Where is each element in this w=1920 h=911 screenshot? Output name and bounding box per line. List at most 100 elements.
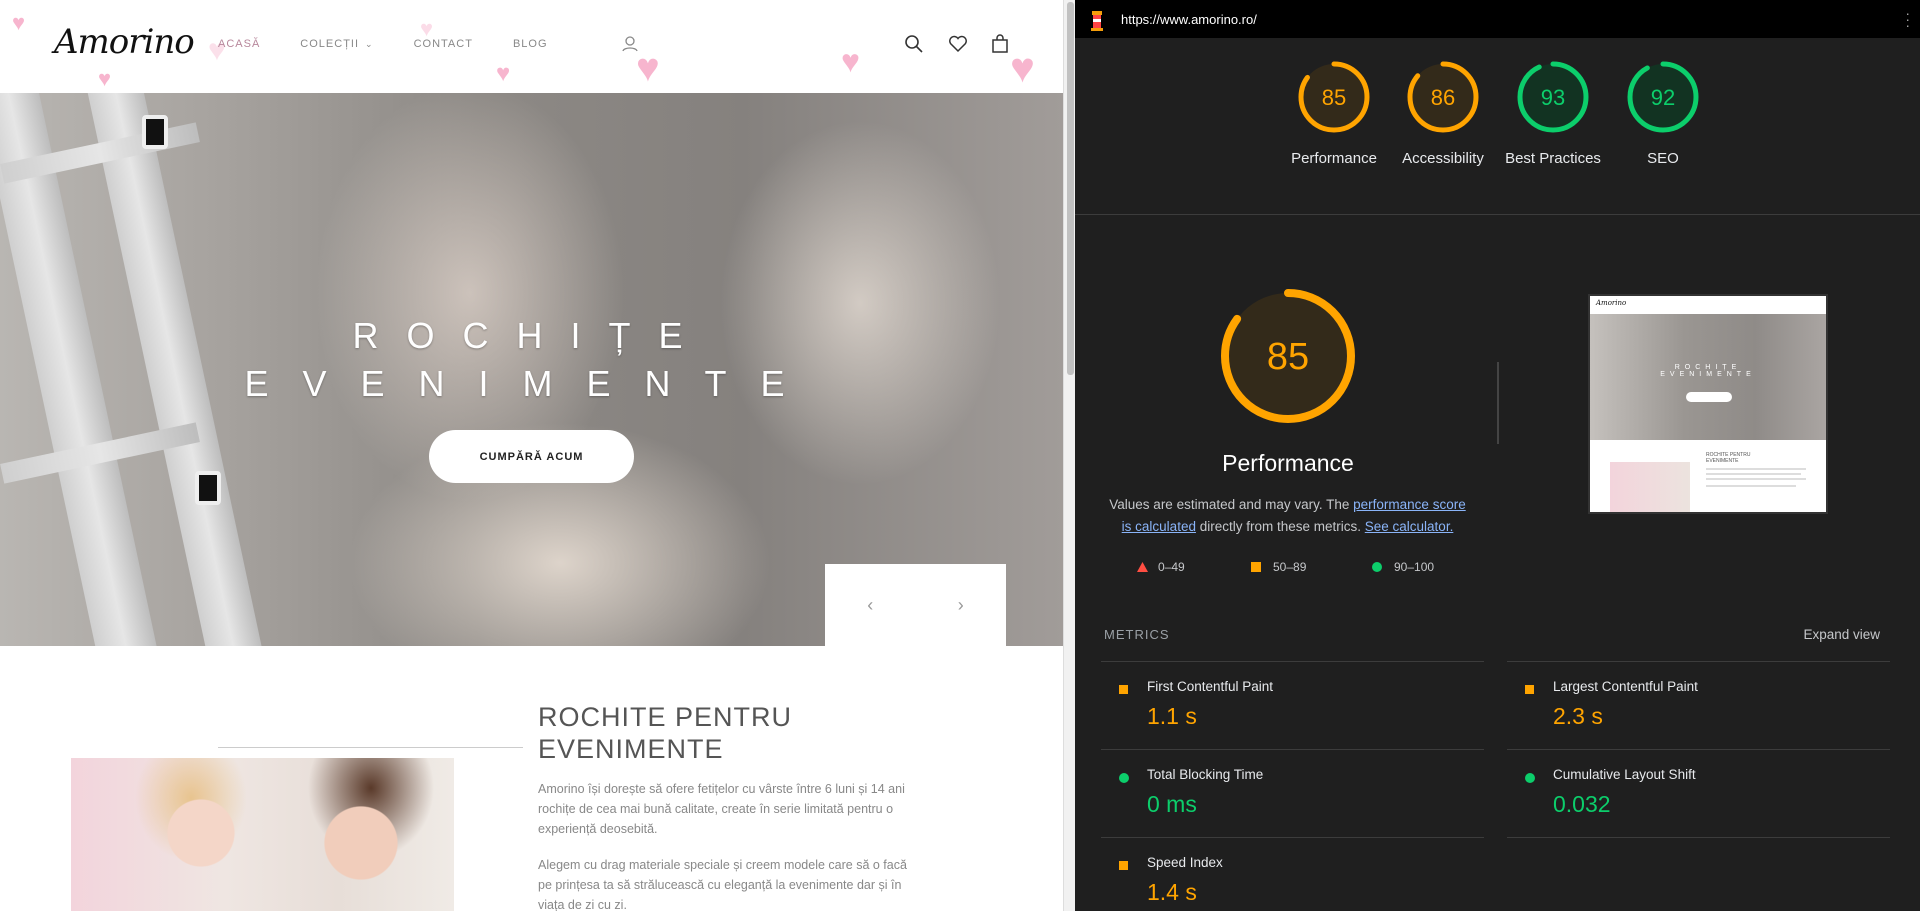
chevron-left-icon: ‹ bbox=[867, 594, 874, 615]
circle-pass-icon bbox=[1525, 773, 1535, 783]
site-header: ♥ ♥ ♥ ♥ ♥ ♥ ♥ ♥ Amorino ACASĂ COLECȚII ⌄ … bbox=[0, 0, 1063, 93]
report-topbar: https://www.amorino.ro/ · · · bbox=[1075, 0, 1920, 38]
gauge-best-practices-label: Best Practices bbox=[1505, 150, 1601, 167]
nav-item-label: ACASĂ bbox=[218, 38, 261, 50]
heart-decoration-icon: ♥ bbox=[420, 16, 434, 41]
account-icon[interactable] bbox=[619, 33, 641, 55]
slider-prev-button[interactable]: ‹ bbox=[825, 564, 916, 646]
slider-controls: ‹ › bbox=[825, 564, 1006, 646]
thumbnail-hero-title: ROCHIȚE EVENIMENTE bbox=[1590, 364, 1826, 378]
lighthouse-report: https://www.amorino.ro/ · · · 85 86 93 92 … bbox=[1075, 0, 1920, 911]
gauge-performance[interactable]: 85 bbox=[1297, 60, 1371, 134]
divider bbox=[1507, 661, 1890, 662]
description-text: Values are estimated and may vary. The bbox=[1109, 497, 1354, 512]
heart-decoration-icon: ♥ bbox=[496, 60, 511, 87]
kids-photo bbox=[71, 758, 454, 911]
metric-value: 0 ms bbox=[1147, 791, 1197, 817]
chevron-right-icon: › bbox=[957, 594, 964, 615]
gauge-accessibility-label: Accessibility bbox=[1402, 150, 1484, 167]
metric-name: Cumulative Layout Shift bbox=[1553, 767, 1696, 782]
wishlist-heart-icon[interactable] bbox=[947, 33, 969, 55]
nav-item-colectii[interactable]: COLECȚII ⌄ bbox=[300, 38, 373, 50]
hero-title-line2: EVENIMENTE bbox=[244, 363, 819, 404]
gauge-best-practices[interactable]: 93 bbox=[1516, 60, 1590, 134]
heart-decoration-icon: ♥ bbox=[841, 43, 860, 79]
gauge-best-practices-value: 93 bbox=[1541, 85, 1565, 110]
metric-value: 1.4 s bbox=[1147, 879, 1197, 905]
website-viewport: ♥ ♥ ♥ ♥ ♥ ♥ ♥ ♥ Amorino ACASĂ COLECȚII ⌄ … bbox=[0, 0, 1063, 911]
nav-item-contact[interactable]: CONTACT bbox=[414, 38, 473, 50]
gauge-seo-value: 92 bbox=[1651, 85, 1675, 110]
site-logo[interactable]: Amorino bbox=[54, 22, 195, 62]
heart-decoration-icon: ♥ bbox=[1010, 44, 1035, 91]
metric-value: 2.3 s bbox=[1553, 703, 1603, 729]
metric-name: Speed Index bbox=[1147, 855, 1223, 870]
metric-name: Total Blocking Time bbox=[1147, 767, 1264, 782]
divider bbox=[1507, 749, 1890, 750]
shop-now-button[interactable]: CUMPĂRĂ ACUM bbox=[429, 430, 634, 483]
divider bbox=[1507, 837, 1890, 838]
main-score-title: Performance bbox=[1222, 450, 1354, 476]
report-url[interactable]: https://www.amorino.ro/ bbox=[1121, 12, 1257, 27]
hero-title-line1: ROCHIȚE bbox=[352, 315, 711, 356]
about-section: ROCHITE PENTRU EVENIMENTE Amorino își do… bbox=[0, 646, 1063, 911]
scrollbar-thumb[interactable] bbox=[1067, 2, 1074, 375]
lighthouse-logo-icon bbox=[1091, 11, 1103, 31]
thumbnail-hero-line2: EVENIMENTE bbox=[1660, 371, 1756, 378]
metric-value: 0.032 bbox=[1553, 791, 1611, 817]
divider bbox=[1101, 749, 1484, 750]
main-performance-gauge: 85 bbox=[1221, 289, 1355, 423]
nav-item-label: CONTACT bbox=[413, 38, 473, 50]
heart-decoration-icon: ♥ bbox=[12, 10, 26, 35]
square-average-icon bbox=[1119, 861, 1128, 870]
page-scrollbar[interactable] bbox=[1063, 0, 1075, 911]
chevron-down-icon: ⌄ bbox=[365, 39, 374, 49]
square-average-icon bbox=[1251, 562, 1261, 572]
page-screenshot-thumbnail[interactable]: Amorino ROCHIȚE EVENIMENTE ROCHITE PENTRU… bbox=[1588, 294, 1828, 514]
metric-name: First Contentful Paint bbox=[1147, 679, 1274, 694]
gauge-performance-value: 85 bbox=[1322, 85, 1346, 110]
triangle-fail-icon bbox=[1137, 562, 1148, 572]
ladder-image-part bbox=[195, 471, 221, 505]
more-options-icon[interactable]: · · · bbox=[1905, 6, 1910, 32]
divider bbox=[1101, 661, 1484, 662]
nav-item-label: COLECȚII bbox=[300, 38, 360, 50]
description-text: directly from these metrics. bbox=[1195, 519, 1365, 534]
heart-decoration-icon: ♥ bbox=[98, 66, 112, 91]
square-average-icon bbox=[1119, 685, 1128, 694]
section-title: ROCHITE PENTRU EVENIMENTE bbox=[538, 701, 792, 765]
nav-item-blog[interactable]: BLOG bbox=[513, 38, 548, 50]
nav-item-acasa[interactable]: ACASĂ bbox=[218, 38, 260, 50]
section-title-line2: EVENIMENTE bbox=[538, 734, 724, 764]
gauge-performance-label: Performance bbox=[1291, 150, 1377, 167]
hero-slider: ROCHIȚE EVENIMENTE CUMPĂRĂ ACUM ‹ › bbox=[0, 93, 1063, 646]
legend-average: 50–89 bbox=[1251, 560, 1306, 574]
ladder-image-part bbox=[142, 115, 168, 149]
gauge-seo-label: SEO bbox=[1647, 150, 1679, 167]
section-paragraph-1: Amorino își dorește să ofere fetițelor c… bbox=[538, 782, 905, 836]
metrics-header: METRICS bbox=[1104, 627, 1170, 642]
legend-fail-label: 0–49 bbox=[1158, 560, 1185, 574]
gauge-accessibility[interactable]: 86 bbox=[1406, 60, 1480, 134]
expand-view-toggle[interactable]: Expand view bbox=[1803, 627, 1880, 642]
slider-next-button[interactable]: › bbox=[916, 564, 1007, 646]
legend-fail: 0–49 bbox=[1137, 560, 1185, 574]
metric-value: 1.1 s bbox=[1147, 703, 1197, 729]
section-title-line1: ROCHITE PENTRU bbox=[538, 702, 793, 732]
see-calculator-link[interactable]: See calculator. bbox=[1365, 519, 1454, 534]
divider bbox=[218, 747, 523, 748]
gauge-seo[interactable]: 92 bbox=[1626, 60, 1700, 134]
cart-bag-icon[interactable] bbox=[989, 33, 1011, 55]
search-icon[interactable] bbox=[903, 33, 925, 55]
circle-pass-icon bbox=[1119, 773, 1129, 783]
legend-pass-label: 90–100 bbox=[1394, 560, 1435, 574]
section-paragraph-2: Alegem cu drag materiale speciale și cre… bbox=[538, 858, 907, 911]
metric-name: Largest Contentful Paint bbox=[1553, 679, 1698, 694]
main-nav: ACASĂ COLECȚII ⌄ CONTACT BLOG bbox=[218, 38, 588, 50]
circle-pass-icon bbox=[1372, 562, 1382, 572]
main-score-value: 85 bbox=[1267, 336, 1309, 378]
thumbnail-hero-line1: ROCHIȚE bbox=[1674, 364, 1742, 371]
thumbnail-logo: Amorino bbox=[1596, 299, 1627, 307]
nav-item-label: BLOG bbox=[512, 38, 548, 50]
divider bbox=[1101, 837, 1484, 838]
